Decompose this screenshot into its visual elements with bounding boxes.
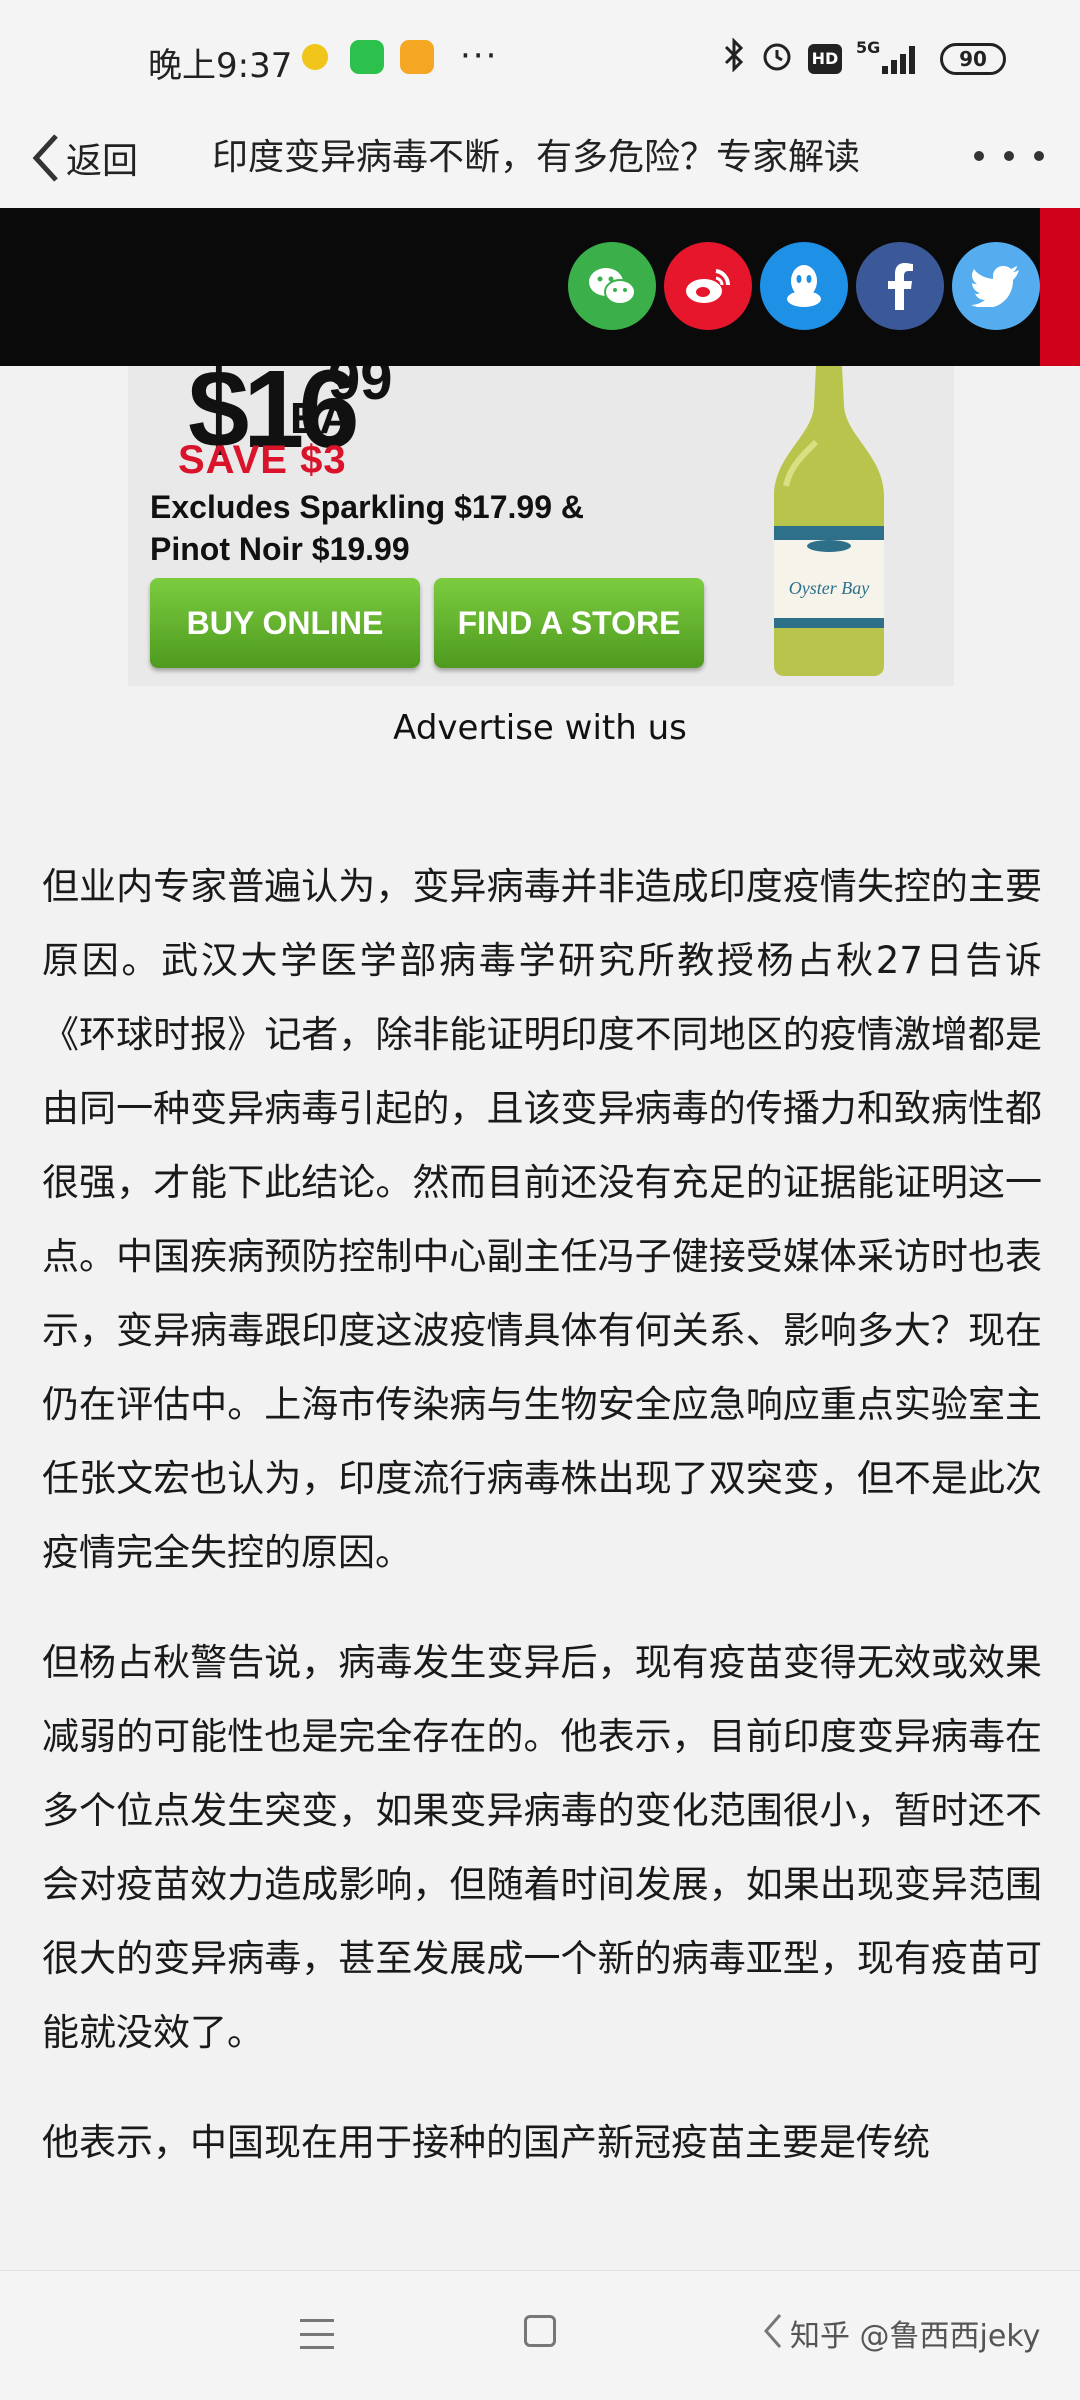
find-store-button[interactable]: FIND A STORE <box>434 578 704 668</box>
share-bar <box>0 208 1080 366</box>
ad-save-text: SAVE $3 <box>178 438 347 482</box>
more-dot <box>974 151 984 161</box>
share-bar-accent <box>1040 208 1080 366</box>
status-time: 晚上9:37 <box>148 46 293 86</box>
weibo-icon <box>686 269 731 303</box>
ad-unit: EA <box>290 394 352 443</box>
status-bar: 晚上9:37 ··· HD 5G 90 <box>0 0 1080 118</box>
wine-bottle-image: Oyster Bay <box>774 366 884 676</box>
battery-icon: 90 <box>940 42 1006 75</box>
more-dot <box>1034 151 1044 161</box>
back-icon[interactable] <box>758 2311 788 2351</box>
qq-icon <box>787 265 821 307</box>
more-dot <box>1004 151 1014 161</box>
message-notification-icon <box>400 40 434 74</box>
signal-icon: 5G <box>856 38 926 76</box>
facebook-icon <box>888 263 913 310</box>
alarm-icon <box>760 38 794 79</box>
back-label: 返回 <box>66 141 139 182</box>
buy-online-button[interactable]: BUY ONLINE <box>150 578 420 668</box>
weibo-share-button[interactable] <box>664 242 752 330</box>
more-menu-button[interactable] <box>974 134 1044 178</box>
status-indicators: HD 5G 90 <box>722 37 1006 79</box>
wechat-icon <box>589 268 636 305</box>
qq-share-button[interactable] <box>760 242 848 330</box>
article-paragraph: 他表示，中国现在用于接种的国产新冠疫苗主要是传统 <box>42 2121 930 2164</box>
twitter-share-button[interactable] <box>952 242 1040 330</box>
hd-icon: HD <box>808 43 842 74</box>
wechat-notification-icon <box>350 40 384 74</box>
bottle-label: Oyster Bay <box>789 578 869 598</box>
ad-excludes-text: Excludes Sparkling $17.99 & Pinot Noir $… <box>150 486 584 570</box>
twitter-icon <box>971 266 1019 307</box>
system-nav-bar: 知乎 @鲁西西jeky <box>0 2270 1080 2400</box>
article-body: 但业内专家普遍认为，变异病毒并非造成印度疫情失控的主要原因。武汉大学医学部病毒学… <box>42 850 1042 2216</box>
ad-excludes-line2: Pinot Noir $19.99 <box>150 531 410 567</box>
ad-banner[interactable]: $16 99 EA SAVE $3 Excludes Sparkling $17… <box>128 366 954 686</box>
advertise-link[interactable]: Advertise with us <box>0 708 1080 748</box>
facebook-share-button[interactable] <box>856 242 944 330</box>
watermark: 知乎 @鲁西西jeky <box>790 2319 1041 2354</box>
ad-excludes-line1: Excludes Sparkling $17.99 & <box>150 489 584 525</box>
home-icon[interactable] <box>524 2315 556 2347</box>
back-button[interactable]: 返回 <box>30 126 138 190</box>
bluetooth-icon <box>722 37 746 79</box>
menu-icon[interactable] <box>300 2319 334 2349</box>
header-bar: 返回 印度变异病毒不断，有多危险？专家解读 <box>0 118 1080 208</box>
app-notification-icon <box>302 44 328 70</box>
more-notifications-icon: ··· <box>460 36 499 76</box>
page-title: 印度变异病毒不断，有多危险？专家解读 <box>212 137 861 178</box>
article-paragraph: 但杨占秋警告说，病毒发生变异后，现有疫苗变得无效或效果减弱的可能性也是完全存在的… <box>42 1641 1042 2054</box>
article-paragraph: 但业内专家普遍认为，变异病毒并非造成印度疫情失控的主要原因。武汉大学医学部病毒学… <box>42 865 1042 1574</box>
wechat-share-button[interactable] <box>568 242 656 330</box>
chevron-left-icon <box>32 134 58 182</box>
